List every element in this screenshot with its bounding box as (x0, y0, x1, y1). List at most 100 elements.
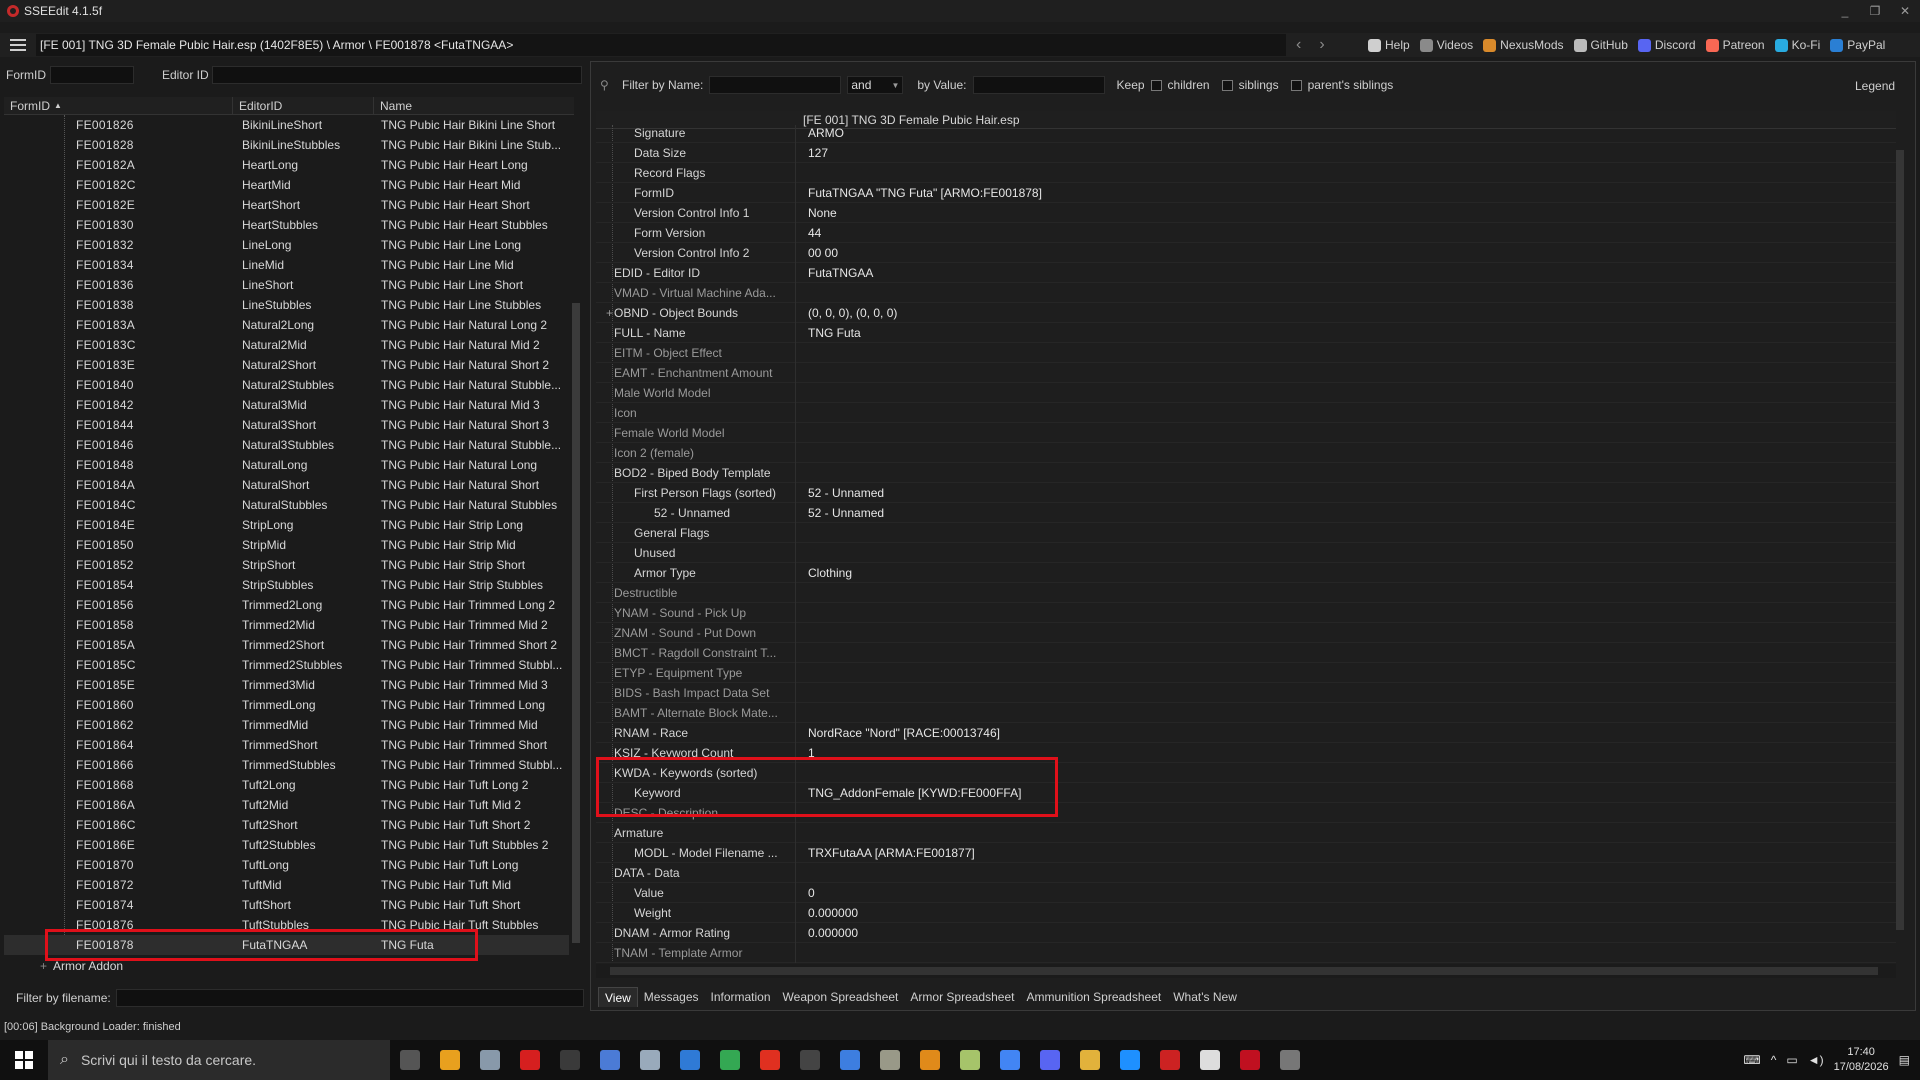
record-row[interactable]: FE00184C NaturalStubbles TNG Pubic Hair Na… (4, 495, 569, 515)
field-row[interactable]: Icon 2 (female) (596, 442, 1896, 463)
back-arrow-icon[interactable]: ‹ (1296, 36, 1301, 54)
tab-armor-spreadsheet[interactable]: Armor Spreadsheet (904, 987, 1020, 1007)
link-nexusmods[interactable]: NexusMods (1483, 38, 1564, 52)
field-row[interactable]: Destructible (596, 582, 1896, 603)
field-row[interactable]: Armor Type Clothing (596, 562, 1896, 583)
record-row[interactable]: FE001844 Natural3Short TNG Pubic Hair Natu… (4, 415, 569, 435)
column-header-formid[interactable]: FormID ▲ (4, 96, 233, 115)
app-icon[interactable] (1150, 1040, 1190, 1080)
link-help[interactable]: Help (1368, 38, 1410, 52)
column-header-editorid[interactable]: EditorID (233, 96, 374, 115)
field-row[interactable]: VMAD - Virtual Machine Ada... (596, 282, 1896, 303)
notifications-icon[interactable]: ▤ (1899, 1053, 1910, 1067)
field-row[interactable]: Male World Model (596, 382, 1896, 403)
record-row[interactable]: FE00186C Tuft2Short TNG Pubic Hair Tuft Sh… (4, 815, 569, 835)
field-row[interactable]: FULL - Name TNG Futa (596, 322, 1896, 343)
app-icon[interactable] (750, 1040, 790, 1080)
record-row[interactable]: FE001858 Trimmed2Mid TNG Pubic Hair Trimme… (4, 615, 569, 635)
record-row[interactable]: FE00186E Tuft2Stubbles TNG Pubic Hair Tuft… (4, 835, 569, 855)
field-row[interactable]: MODL - Model Filename ... TRXFutaAA [ARMA… (596, 842, 1896, 863)
opera-icon[interactable] (510, 1040, 550, 1080)
tab-view[interactable]: View (598, 987, 638, 1007)
record-row[interactable]: FE001870 TuftLong TNG Pubic Hair Tuft Long (4, 855, 569, 875)
pin-icon[interactable]: ⚲ (600, 78, 616, 92)
volume-icon[interactable]: ◄) (1808, 1053, 1824, 1067)
tab-weapon-spreadsheet[interactable]: Weapon Spreadsheet (777, 987, 905, 1007)
field-row[interactable]: DNAM - Armor Rating 0.000000 (596, 922, 1896, 943)
record-row[interactable]: FE001828 BikiniLineStubbles TNG Pubic Hair… (4, 135, 569, 155)
filter-value-input[interactable] (972, 76, 1105, 94)
field-row[interactable]: First Person Flags (sorted) 52 - Unnamed (596, 482, 1896, 503)
record-row[interactable]: FE001874 TuftShort TNG Pubic Hair Tuft Sho… (4, 895, 569, 915)
tab-what-s-new[interactable]: What's New (1167, 987, 1243, 1007)
app-icon[interactable] (470, 1040, 510, 1080)
record-row[interactable]: FE00182E HeartShort TNG Pubic Hair Heart S… (4, 195, 569, 215)
record-row[interactable]: FE00186A Tuft2Mid TNG Pubic Hair Tuft Mid … (4, 795, 569, 815)
left-scrollbar[interactable] (569, 115, 583, 977)
legend-button[interactable]: Legend (1855, 79, 1895, 93)
record-row[interactable]: FE001864 TrimmedShort TNG Pubic Hair Trimm… (4, 735, 569, 755)
field-row[interactable]: 52 - Unnamed 52 - Unnamed (596, 502, 1896, 523)
field-row[interactable]: RNAM - Race NordRace "Nord" [RACE:0001374… (596, 722, 1896, 743)
record-row[interactable]: FE001854 StripStubbles TNG Pubic Hair Stri… (4, 575, 569, 595)
record-row[interactable]: FE001850 StripMid TNG Pubic Hair Strip Mid (4, 535, 569, 555)
record-row[interactable]: FE001856 Trimmed2Long TNG Pubic Hair Trimm… (4, 595, 569, 615)
field-row[interactable]: + OBND - Object Bounds (0, 0, 0), (0, 0, 0… (596, 302, 1896, 323)
keyboard-icon[interactable]: ⌨ (1743, 1053, 1760, 1067)
horizontal-scrollbar[interactable] (596, 964, 1896, 978)
field-row[interactable]: BIDS - Bash Impact Data Set (596, 682, 1896, 703)
field-row[interactable]: Signature ARMO (596, 125, 1896, 143)
windows-start-icon[interactable] (0, 1040, 48, 1080)
column-header-name[interactable]: Name (374, 97, 569, 115)
children-checkbox[interactable] (1150, 79, 1162, 91)
field-row[interactable]: DATA - Data (596, 862, 1896, 883)
group-armor-addon[interactable]: + Armor Addon (40, 959, 123, 973)
record-row[interactable]: FE001826 BikiniLineShort TNG Pubic Hair Bi… (4, 115, 569, 135)
record-row[interactable]: FE001842 Natural3Mid TNG Pubic Hair Natura… (4, 395, 569, 415)
field-row[interactable]: Record Flags (596, 162, 1896, 183)
task-view-icon[interactable] (390, 1040, 430, 1080)
app-icon[interactable] (1110, 1040, 1150, 1080)
field-row[interactable]: BOD2 - Biped Body Template (596, 462, 1896, 483)
filter-name-input[interactable] (709, 76, 842, 94)
expand-icon[interactable]: + (606, 306, 613, 320)
record-row[interactable]: FE00184A NaturalShort TNG Pubic Hair Natur… (4, 475, 569, 495)
record-row[interactable]: FE001840 Natural2Stubbles TNG Pubic Hair N… (4, 375, 569, 395)
record-row[interactable]: FE001832 LineLong TNG Pubic Hair Line Long (4, 235, 569, 255)
taskbar-search-box[interactable]: ⌕ Scrivi qui il testo da cercare. (48, 1040, 390, 1080)
minimize-button[interactable]: _ (1830, 0, 1860, 22)
close-button[interactable]: ✕ (1890, 0, 1920, 22)
app-icon[interactable] (830, 1040, 870, 1080)
field-row[interactable]: BMCT - Ragdoll Constraint T... (596, 642, 1896, 663)
field-row[interactable]: BAMT - Alternate Block Mate... (596, 702, 1896, 723)
record-row[interactable]: FE001868 Tuft2Long TNG Pubic Hair Tuft Lon… (4, 775, 569, 795)
field-row[interactable]: Unused (596, 542, 1896, 563)
network-icon[interactable]: ▭ (1786, 1053, 1797, 1067)
app-icon[interactable] (550, 1040, 590, 1080)
record-row[interactable]: FE001834 LineMid TNG Pubic Hair Line Mid (4, 255, 569, 275)
siblings-checkbox[interactable] (1221, 79, 1233, 91)
app-icon[interactable] (670, 1040, 710, 1080)
app-icon[interactable] (630, 1040, 670, 1080)
tab-ammunition-spreadsheet[interactable]: Ammunition Spreadsheet (1020, 987, 1167, 1007)
record-row[interactable]: FE00185C Trimmed2Stubbles TNG Pubic Hair T… (4, 655, 569, 675)
field-row[interactable]: Version Control Info 1 None (596, 202, 1896, 223)
record-row[interactable]: FE00183C Natural2Mid TNG Pubic Hair Natura… (4, 335, 569, 355)
notepad-icon[interactable] (710, 1040, 750, 1080)
field-row[interactable]: General Flags (596, 522, 1896, 543)
link-videos[interactable]: Videos (1419, 38, 1473, 52)
record-row[interactable]: FE00183A Natural2Long TNG Pubic Hair Natur… (4, 315, 569, 335)
menu-icon[interactable] (0, 33, 36, 57)
record-row[interactable]: FE001862 TrimmedMid TNG Pubic Hair Trimmed… (4, 715, 569, 735)
editorid-filter-input[interactable] (212, 66, 582, 84)
record-row[interactable]: FE001836 LineShort TNG Pubic Hair Line Sho… (4, 275, 569, 295)
expand-icon[interactable]: + (40, 959, 47, 973)
right-scrollbar-thumb[interactable] (1896, 150, 1904, 930)
field-row[interactable]: ETYP - Equipment Type (596, 662, 1896, 683)
app-icon[interactable] (950, 1040, 990, 1080)
field-row[interactable]: EDID - Editor ID FutaTNGAA (596, 262, 1896, 283)
link-discord[interactable]: Discord (1637, 38, 1696, 52)
record-row[interactable]: FE001830 HeartStubbles TNG Pubic Hair Hear… (4, 215, 569, 235)
sseedit-icon[interactable] (1230, 1040, 1270, 1080)
file-explorer-icon[interactable] (430, 1040, 470, 1080)
